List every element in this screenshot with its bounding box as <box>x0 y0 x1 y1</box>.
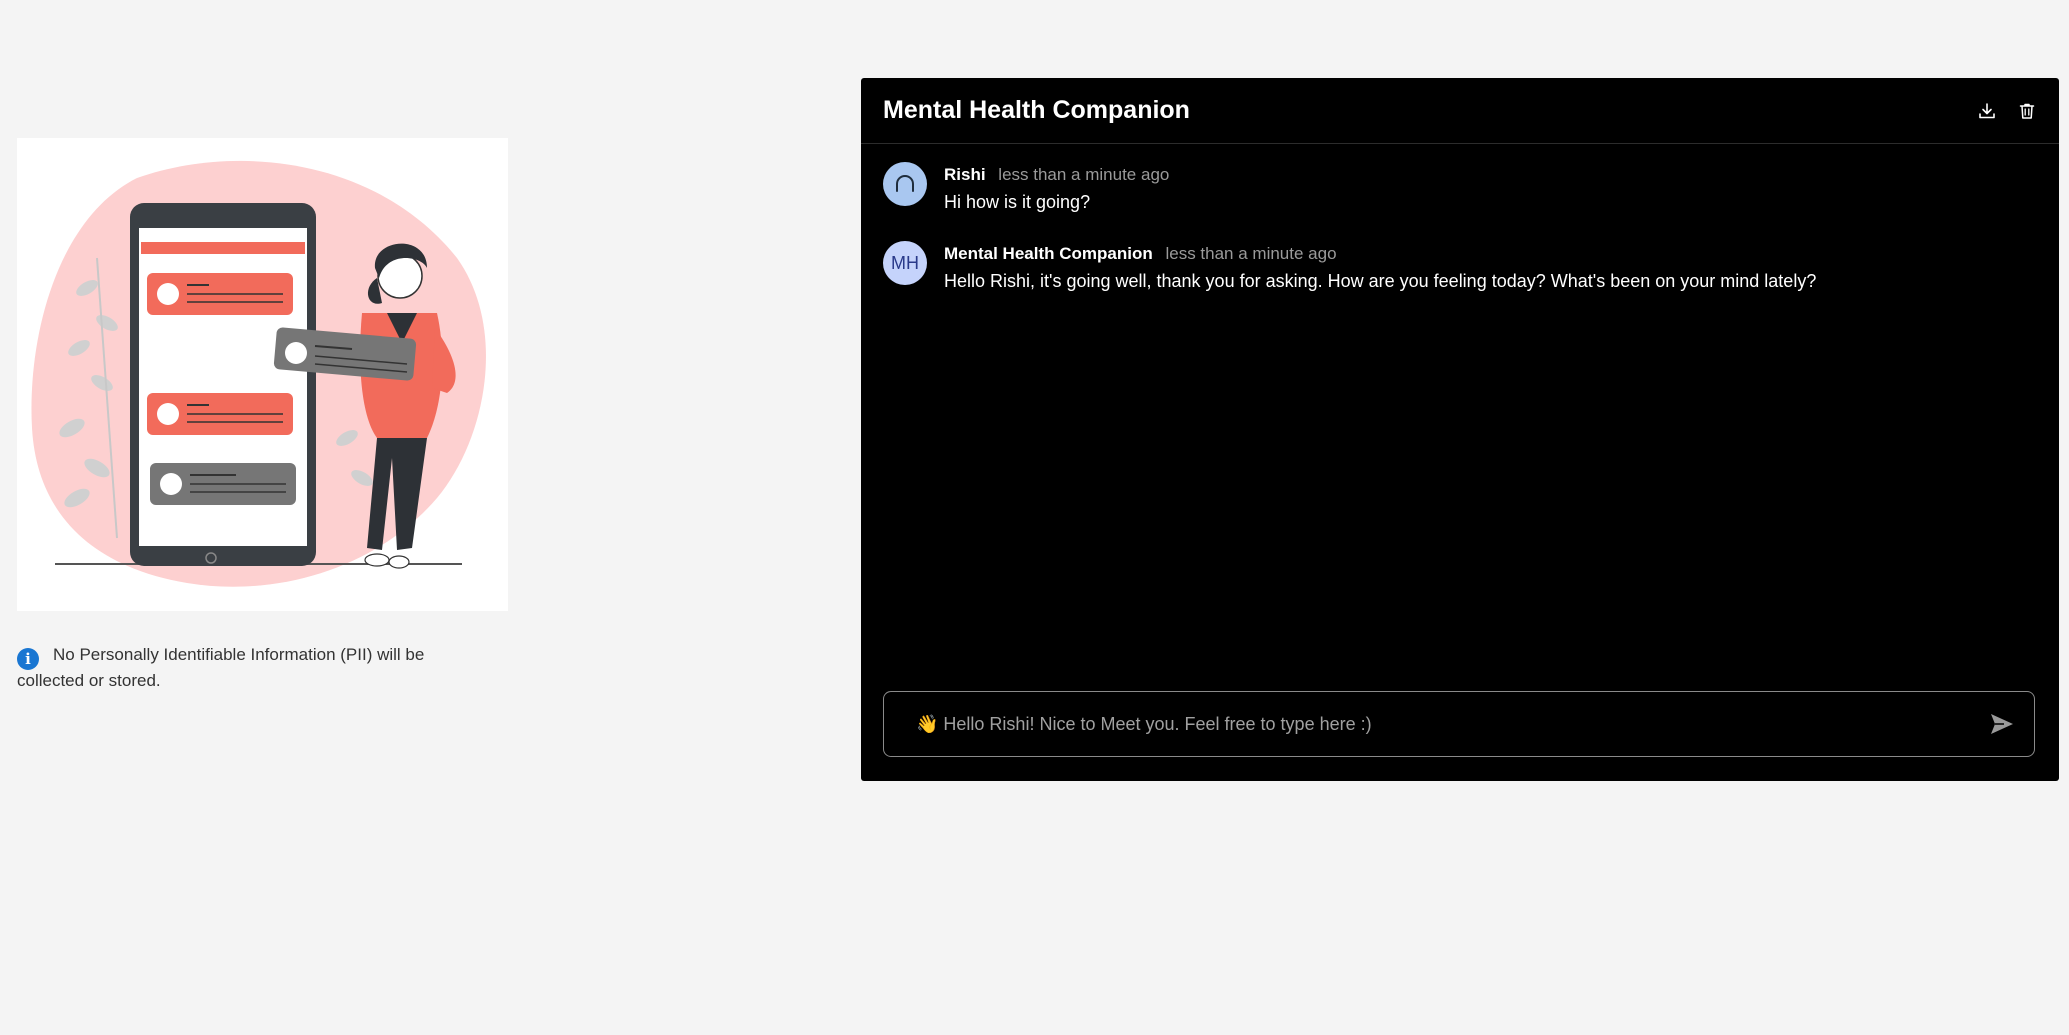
message-composer <box>883 691 2035 757</box>
message-meta: Mental Health Companion less than a minu… <box>944 243 1816 265</box>
info-icon: i <box>17 648 39 670</box>
send-icon[interactable] <box>1988 710 2016 738</box>
message-text: Hi how is it going? <box>944 192 1091 212</box>
message-input[interactable] <box>914 712 1988 736</box>
sender-name: Mental Health Companion <box>944 244 1153 263</box>
page: i No Personally Identifiable Information … <box>0 0 2069 1035</box>
chat-title: Mental Health Companion <box>883 96 1190 124</box>
headphones-icon <box>896 174 914 192</box>
avatar <box>883 162 927 206</box>
header-actions <box>1977 101 2037 121</box>
avatar: MH <box>883 241 927 285</box>
trash-icon[interactable] <box>2017 101 2037 121</box>
download-icon[interactable] <box>1977 101 1997 121</box>
chat-panel: Mental Health Companion Rishi less than … <box>861 78 2059 781</box>
chat-illustration <box>17 138 508 611</box>
message-time: less than a minute ago <box>998 165 1170 184</box>
chat-header: Mental Health Companion <box>861 78 2059 144</box>
pii-notice: i No Personally Identifiable Information … <box>17 644 487 692</box>
message-body: Rishi less than a minute ago Hi how is i… <box>944 162 1169 215</box>
pii-notice-text: No Personally Identifiable Information (… <box>17 645 425 690</box>
list-item: Rishi less than a minute ago Hi how is i… <box>883 162 2037 215</box>
sender-name: Rishi <box>944 165 986 184</box>
message-time: less than a minute ago <box>1165 244 1337 263</box>
illustration-image <box>31 160 486 587</box>
message-list: Rishi less than a minute ago Hi how is i… <box>861 144 2059 294</box>
list-item: MH Mental Health Companion less than a m… <box>883 241 2037 294</box>
message-text: Hello Rishi, it's going well, thank you … <box>944 271 1817 291</box>
message-meta: Rishi less than a minute ago <box>944 164 1169 186</box>
message-body: Mental Health Companion less than a minu… <box>944 241 1816 294</box>
